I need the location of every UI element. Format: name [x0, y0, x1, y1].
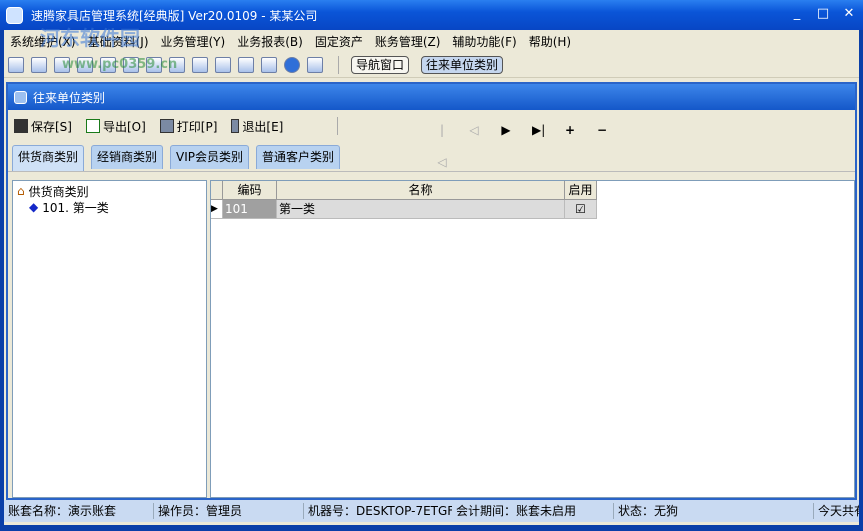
money-icon[interactable] [100, 56, 116, 73]
grid-header: 编码 名称 启用 [211, 181, 854, 200]
tree-root[interactable]: ⌂ 供货商类别 [17, 183, 202, 199]
tab-customer[interactable]: 普通客户类别 [256, 145, 341, 169]
maximize-button[interactable]: □ [815, 6, 831, 21]
menu-bar: 系统维护(X) 基础资料(J) 业务管理(Y) 业务报表(B) 固定资产 账务管… [4, 30, 859, 52]
menu-help[interactable]: 帮助(H) [529, 33, 571, 50]
save-label: 保存[S] [31, 119, 72, 134]
export-label: 导出[O] [102, 119, 146, 134]
menu-tools[interactable]: 辅助功能(F) [452, 33, 516, 50]
child-toolbar: 保存[S] 导出[O] 打印[P] 退出[E] [8, 110, 855, 142]
tab-distributor[interactable]: 经销商类别 [91, 145, 164, 169]
floppy-icon [14, 119, 28, 133]
save-icon[interactable] [238, 56, 254, 73]
app-icon [6, 6, 23, 24]
next-record-button[interactable]: ▶ [500, 114, 512, 178]
search-doc-icon[interactable] [77, 56, 93, 73]
category-tabs: 供货商类别 经销商类别 VIP会员类别 普通客户类别 [8, 142, 855, 172]
exit-door-icon [231, 119, 240, 133]
menu-business[interactable]: 业务管理(Y) [161, 33, 226, 50]
export-button[interactable]: 导出[O] [85, 118, 146, 135]
printer-icon[interactable] [261, 56, 277, 73]
table-row[interactable]: ▶ 101 第一类 ☑ [211, 200, 854, 219]
diamond-icon: ◆ [29, 200, 39, 214]
status-account: 账套名称：演示账套 [4, 503, 154, 519]
child-toolbar-separator [337, 117, 339, 135]
cell-code[interactable]: 101 [223, 200, 277, 219]
enabled-checkbox[interactable]: ☑ [565, 200, 597, 219]
child-title-bar: 往来单位类别 [8, 84, 855, 110]
calculator-icon[interactable] [215, 56, 231, 73]
category-tree: ⌂ 供货商类别 ◆ 101. 第一类 [12, 180, 207, 498]
menu-basic-data[interactable]: 基础资料(J) [88, 33, 149, 50]
header-code[interactable]: 编码 [223, 181, 277, 200]
window-icon [14, 90, 27, 104]
status-period: 会计期间：账套未启用 [452, 503, 614, 519]
menu-reports[interactable]: 业务报表(B) [237, 33, 303, 50]
toolbar-separator [338, 55, 339, 74]
tree-root-label: 供货商类别 [28, 184, 89, 199]
header-name[interactable]: 名称 [277, 181, 565, 200]
partner-category-button[interactable]: 往来单位类别 [421, 55, 504, 74]
first-record-button[interactable]: |◁ [436, 114, 448, 178]
grid-icon[interactable] [8, 56, 24, 73]
print-button[interactable]: 打印[P] [159, 118, 218, 135]
tree-node-label: 101. 第一类 [42, 200, 109, 215]
save-button[interactable]: 保存[S] [14, 118, 72, 135]
close-button[interactable]: ✕ [841, 6, 857, 21]
minimize-button[interactable]: _ [789, 6, 805, 21]
windows-icon[interactable] [54, 56, 70, 73]
window-title: 速腾家具店管理系统[经典版] Ver20.0109 - 某某公司 [31, 8, 318, 23]
record-navigator: |◁ ◁ ▶ ▶| + − [436, 114, 608, 178]
notes-icon[interactable] [192, 56, 208, 73]
form-icon[interactable] [31, 56, 47, 73]
print-label: 打印[P] [176, 119, 218, 134]
print-doc-icon[interactable] [169, 56, 185, 73]
status-today: 今天共有 [818, 504, 859, 518]
status-machine: 机器号：DESKTOP-7ETGF( [308, 504, 452, 518]
last-record-button[interactable]: ▶| [532, 114, 545, 178]
header-indicator [211, 181, 223, 200]
cell-name[interactable]: 第一类 [277, 200, 565, 219]
users-icon[interactable] [146, 56, 162, 73]
menu-system[interactable]: 系统维护(X) [10, 33, 76, 50]
partner-category-window: 往来单位类别 保存[S] 导出[O] 打印[P] 退出[E] |◁ ◁ ▶ ▶|… [6, 82, 857, 500]
house-icon: ⌂ [17, 184, 25, 198]
edit-icon[interactable] [123, 56, 139, 73]
exit-label: 退出[E] [242, 119, 284, 134]
menu-fixed-assets[interactable]: 固定资产 [315, 33, 363, 50]
prev-record-button[interactable]: ◁ [468, 114, 480, 178]
exit-button[interactable]: 退出[E] [231, 118, 283, 135]
excel-icon [85, 119, 100, 133]
row-pointer-icon: ▶ [211, 200, 223, 219]
tab-vip[interactable]: VIP会员类别 [170, 145, 250, 169]
main-frame: 系统维护(X) 基础资料(J) 业务管理(Y) 业务报表(B) 固定资产 账务管… [4, 30, 859, 525]
header-enabled[interactable]: 启用 [565, 181, 597, 200]
menu-accounts[interactable]: 账务管理(Z) [375, 33, 441, 50]
category-grid: 编码 名称 启用 ▶ 101 第一类 ☑ [210, 180, 855, 498]
add-record-button[interactable]: + [564, 114, 576, 178]
tab-supplier[interactable]: 供货商类别 [12, 145, 85, 171]
title-bar: 速腾家具店管理系统[经典版] Ver20.0109 - 某某公司 _ □ ✕ [0, 0, 863, 30]
exit-icon[interactable] [307, 56, 323, 73]
delete-record-button[interactable]: − [596, 114, 608, 178]
status-operator: 操作员：管理员 [154, 503, 304, 519]
status-state: 状态：无狗 [614, 503, 814, 519]
child-title: 往来单位类别 [33, 90, 106, 105]
nav-window-button[interactable]: 导航窗口 [351, 55, 410, 74]
tree-node[interactable]: ◆ 101. 第一类 [17, 199, 202, 215]
help-icon[interactable] [284, 56, 300, 73]
main-toolbar: 导航窗口 往来单位类别 [4, 52, 859, 78]
printer-icon [159, 119, 174, 133]
status-bar: 账套名称：演示账套 操作员：管理员 机器号：DESKTOP-7ETGF( 会计期… [4, 500, 859, 522]
